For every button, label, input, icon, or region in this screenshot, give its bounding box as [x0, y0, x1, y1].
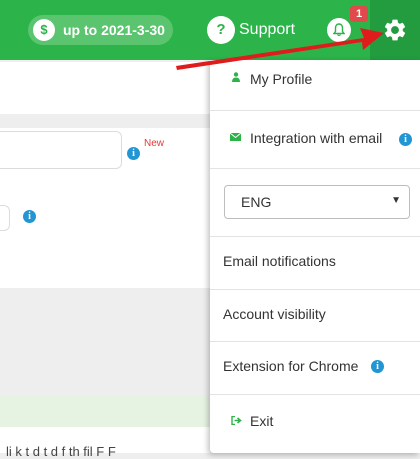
new-badge: New: [144, 138, 165, 149]
content-panel: [0, 62, 215, 114]
dollar-icon: $: [33, 19, 55, 41]
info-icon[interactable]: i: [127, 147, 140, 160]
menu-item-label: Integration with email: [250, 130, 383, 146]
menu-divider: [210, 110, 420, 111]
notice-band: [0, 395, 215, 427]
question-icon: ?: [207, 16, 235, 44]
support-button[interactable]: ? Support: [207, 16, 295, 44]
support-label: Support: [239, 21, 296, 38]
subscription-badge[interactable]: $ up to 2021-3-30: [28, 15, 173, 45]
menu-divider: [210, 341, 420, 342]
menu-divider: [210, 289, 420, 290]
chevron-down-icon: ▼: [391, 195, 401, 206]
gear-icon: [384, 19, 406, 41]
menu-item-exit[interactable]: Exit: [210, 413, 420, 435]
info-icon[interactable]: i: [23, 210, 36, 223]
settings-dropdown-menu: My Profile Integration with email i ENG …: [210, 60, 420, 453]
menu-item-label: My Profile: [250, 71, 313, 87]
input-field[interactable]: [0, 205, 10, 231]
menu-item-label: Email notifications: [223, 253, 336, 269]
top-bar: $ up to 2021-3-30 ? Support 1: [0, 0, 420, 60]
info-icon[interactable]: i: [371, 360, 384, 373]
user-icon: [232, 72, 240, 82]
menu-item-label: Exit: [250, 413, 274, 429]
menu-divider: [210, 394, 420, 395]
menu-item-my-profile[interactable]: My Profile: [210, 60, 420, 105]
menu-item-email-notifications[interactable]: Email notifications: [210, 253, 420, 275]
notifications-button[interactable]: [327, 18, 351, 42]
language-value: ENG: [241, 194, 272, 210]
language-select[interactable]: ENG ▼: [224, 185, 410, 219]
info-icon[interactable]: i: [399, 133, 412, 146]
menu-item-integration-email[interactable]: Integration with email i: [210, 118, 420, 163]
notification-count-badge: 1: [350, 6, 368, 22]
menu-item-account-visibility[interactable]: Account visibility: [210, 306, 420, 328]
subscription-label: up to 2021-3-30: [63, 22, 165, 38]
envelope-icon: [230, 133, 241, 141]
settings-button[interactable]: [370, 0, 420, 60]
menu-divider: [210, 168, 420, 169]
input-field[interactable]: [0, 131, 122, 169]
menu-item-extension-chrome[interactable]: Extension for Chrome i: [210, 358, 420, 380]
bell-icon: [333, 23, 345, 37]
sign-out-icon: [231, 416, 242, 425]
cut-off-text: li k t d t d f th fil F F: [6, 444, 116, 459]
menu-item-label: Account visibility: [223, 306, 326, 322]
menu-divider: [210, 236, 420, 237]
menu-item-label: Extension for Chrome: [223, 358, 359, 374]
